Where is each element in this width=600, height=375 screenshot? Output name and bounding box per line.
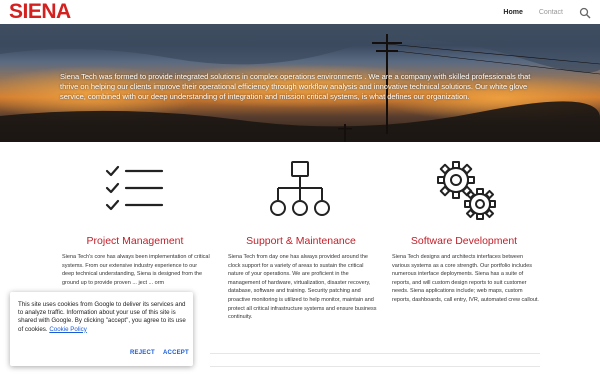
project-management-description: Siena Tech's core has always been implem… [62, 254, 210, 286]
software-development-title: Software Development [410, 235, 518, 247]
site-header: SIENA Home Contact [0, 0, 600, 24]
gears-icon [437, 161, 496, 220]
cookie-consent-banner: This site uses cookies from Google to de… [10, 292, 193, 366]
cookie-policy-link[interactable]: Cookie Policy [49, 326, 87, 333]
hero-description: Siena Tech was formed to provide integra… [60, 72, 531, 101]
reject-button[interactable]: REJECT [130, 350, 155, 356]
siena-logo[interactable]: SIENA [9, 1, 71, 22]
support-maintenance-title: Support & Maintenance [246, 235, 356, 247]
hero-banner: Siena Tech was formed to provide integra… [0, 24, 600, 142]
support-maintenance-description: Siena Tech from day one has always provi… [228, 254, 377, 321]
search-icon[interactable] [579, 7, 591, 19]
cookie-notice-body: This site uses cookies from Google to de… [18, 301, 186, 333]
checklist-icon [105, 165, 164, 211]
main-nav: Home Contact [503, 0, 600, 24]
section-divider [210, 353, 540, 354]
nav-home[interactable]: Home [503, 9, 522, 16]
software-development-description: Siena Tech designs and architects interf… [392, 254, 539, 303]
nav-contact[interactable]: Contact [539, 9, 563, 16]
section-divider [210, 366, 540, 367]
project-management-title: Project Management [86, 235, 184, 247]
accept-button[interactable]: ACCEPT [163, 350, 189, 356]
hierarchy-icon [270, 161, 330, 216]
cookie-notice-text: This site uses cookies from Google to de… [18, 301, 190, 334]
